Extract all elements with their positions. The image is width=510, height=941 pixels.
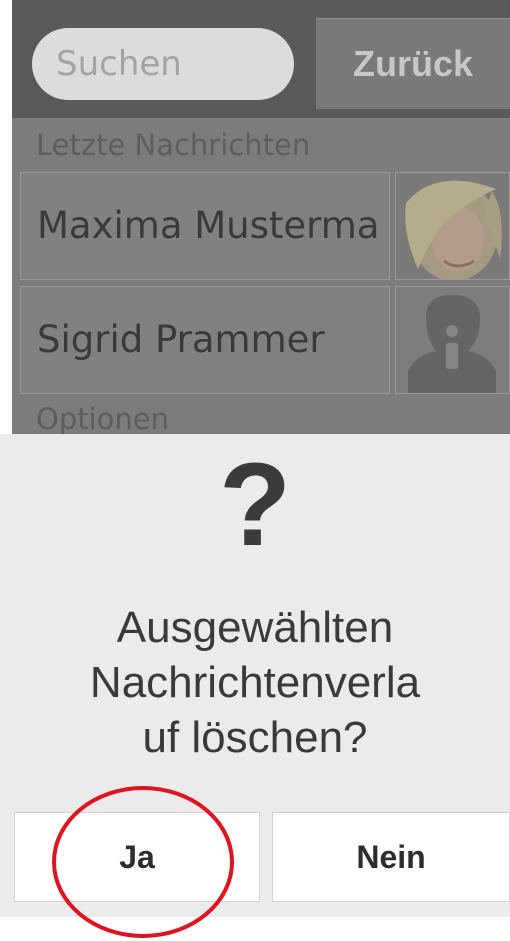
- section-label-recent: Letzte Nachrichten: [36, 128, 311, 162]
- photo-avatar: [395, 172, 510, 280]
- message-row[interactable]: Sigrid Prammer: [20, 286, 390, 394]
- back-button[interactable]: Zurück: [316, 18, 510, 109]
- yes-button[interactable]: Ja: [14, 812, 260, 902]
- back-button-label: Zurück: [352, 43, 474, 84]
- section-label-options: Optionen: [36, 402, 170, 434]
- no-button[interactable]: Nein: [272, 812, 510, 902]
- dialog-message-line: Ausgewählten: [116, 603, 394, 652]
- screen: Suchen Zurück Letzte Nachrichten Maxima …: [0, 0, 510, 941]
- dialog-message-line: uf löschen?: [142, 713, 368, 762]
- message-row[interactable]: Maxima Musterma: [20, 172, 390, 280]
- dialog-message-line: Nachrichtenverla: [89, 658, 421, 707]
- contact-name: Sigrid Prammer: [37, 318, 325, 361]
- placeholder-person-icon: [395, 286, 510, 394]
- search-placeholder: Suchen: [56, 44, 182, 84]
- dialog-message: Ausgewählten Nachrichtenverla uf löschen…: [0, 600, 510, 765]
- contact-name: Maxima Musterma: [37, 204, 380, 247]
- question-mark-icon: ?: [218, 439, 292, 571]
